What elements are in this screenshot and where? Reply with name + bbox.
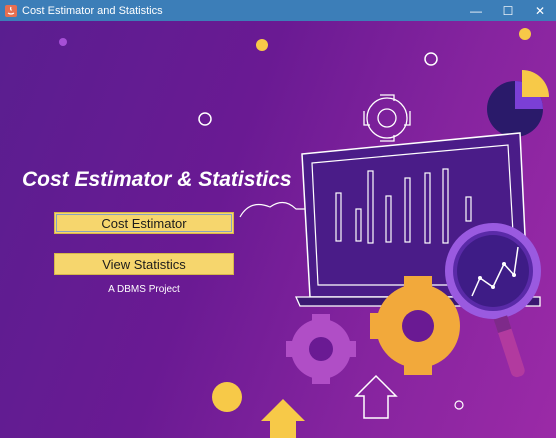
decor-ring [424,52,438,66]
decor-dot [519,28,531,40]
title-bar[interactable]: Cost Estimator and Statistics — ☐ ✕ [0,0,556,21]
window-controls: — ☐ ✕ [460,0,556,21]
close-button[interactable]: ✕ [524,0,556,21]
magnifier-icon [445,223,541,378]
maximize-button[interactable]: ☐ [492,0,524,21]
decor-ring [198,112,212,126]
app-window: Cost Estimator and Statistics — ☐ ✕ Cost… [0,0,556,438]
cost-estimator-button[interactable]: Cost Estimator [54,212,234,234]
java-app-icon [5,4,17,17]
arrow-up-outline-icon [354,374,398,419]
cloud-outline-icon [239,201,308,218]
gear-outline-icon [363,94,411,142]
page-title: Cost Estimator & Statistics [22,168,292,191]
decor-ring [454,400,464,410]
decor-dot [212,382,242,412]
main-canvas: Cost Estimator & Statistics Cost Estimat… [0,21,556,438]
window-title: Cost Estimator and Statistics [22,4,163,17]
view-statistics-button[interactable]: View Statistics [54,253,234,275]
project-subtitle: A DBMS Project [108,284,180,295]
decor-dot [59,38,67,46]
arrow-up-icon [261,399,305,438]
minimize-button[interactable]: — [460,0,492,21]
pie-chart-icon [487,70,549,137]
gear-purple-icon [286,314,356,384]
decor-dot [256,39,268,51]
